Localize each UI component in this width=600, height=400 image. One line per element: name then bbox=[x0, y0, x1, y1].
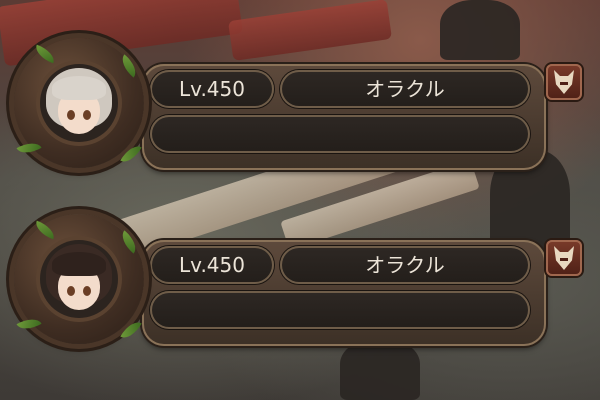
member-info-panel: Lv.450 オラクル bbox=[142, 64, 546, 170]
leaf-icon bbox=[32, 44, 58, 64]
level-label: Lv.450 bbox=[150, 246, 274, 284]
eye bbox=[67, 286, 75, 296]
party-member-card-2[interactable]: Lv.450 オラクル bbox=[14, 214, 582, 346]
background-character bbox=[340, 340, 420, 400]
leaf-icon bbox=[120, 141, 142, 167]
bangs bbox=[52, 76, 106, 100]
eye bbox=[83, 286, 91, 296]
leaf-icon bbox=[16, 137, 42, 159]
info-slot bbox=[150, 291, 530, 329]
fox-mask-icon bbox=[554, 70, 574, 94]
leaf-icon bbox=[120, 317, 142, 343]
class-badge[interactable] bbox=[546, 64, 582, 100]
leaf-icon bbox=[16, 313, 42, 335]
character-name: オラクル bbox=[280, 70, 530, 108]
leaf-icon bbox=[116, 54, 142, 78]
avatar bbox=[40, 240, 118, 318]
info-slot bbox=[150, 115, 530, 153]
leaf-icon bbox=[116, 230, 142, 254]
fox-mask-icon bbox=[554, 246, 574, 270]
eye bbox=[67, 110, 75, 120]
avatar bbox=[40, 64, 118, 142]
party-member-card-1[interactable]: Lv.450 オラクル bbox=[14, 38, 582, 170]
class-badge[interactable] bbox=[546, 240, 582, 276]
bangs bbox=[52, 252, 106, 276]
character-portrait[interactable] bbox=[14, 214, 144, 344]
character-portrait[interactable] bbox=[14, 38, 144, 168]
level-label: Lv.450 bbox=[150, 70, 274, 108]
character-name: オラクル bbox=[280, 246, 530, 284]
member-info-panel: Lv.450 オラクル bbox=[142, 240, 546, 346]
leaf-icon bbox=[32, 220, 58, 240]
eye bbox=[83, 110, 91, 120]
